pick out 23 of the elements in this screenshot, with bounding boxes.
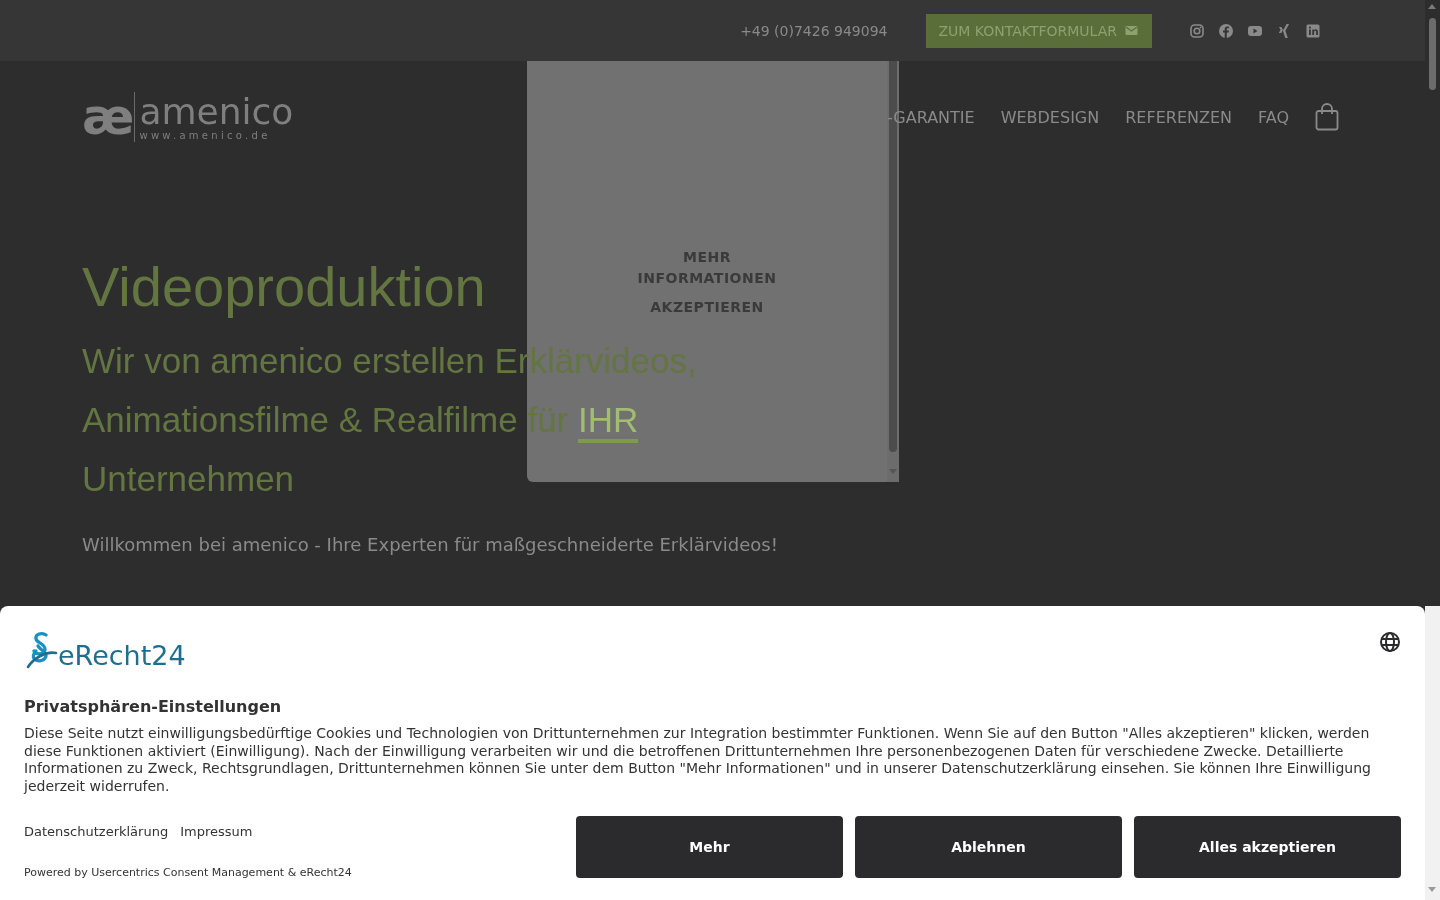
banner-link[interactable]: Datenschutzerklärung: [24, 823, 169, 839]
powered-by-text: Powered by Usercentrics Consent Management & eRecht24: [24, 865, 352, 879]
embed-button[interactable]: AKZEPTIEREN: [627, 297, 787, 318]
banner-text: Diese Seite nutzt einwilligungsbedürftige Cookies und Technologien von Drittunternehmen zur Integration bestimmter Funktionen. Wenn Sie auf den Button "Alles akzeptieren" klicken, werden diese Funktionen aktiviert (Einwilligung). Nach der Einwilligung verarbeiten wir und die betroffenen Drittunternehmen Ihre personenbezogenen Daten für verschiedene Zwecke. Detaillierte Informationen zu Zweck, Rechtsgrundlagen, Drittunternehmen können Sie unter dem Button "Mehr Informationen" und in unserer Datenschutzerklärung einsehen. Sie können Ihre Einwilligung jederzeit widerrufen.: [24, 725, 1372, 796]
shopping-bag-icon[interactable]: [1315, 103, 1339, 131]
consent-button[interactable]: Mehr: [576, 815, 843, 878]
globe-icon[interactable]: [1379, 631, 1401, 653]
instagram-icon[interactable]: [1189, 22, 1205, 39]
facebook-icon[interactable]: [1218, 22, 1234, 39]
nav-link[interactable]: REFERENZEN: [1125, 107, 1232, 127]
consent-button[interactable]: Alles akzeptieren: [1134, 815, 1401, 878]
brand-name: eRecht24: [58, 641, 186, 671]
linkedin-icon[interactable]: [1305, 22, 1321, 39]
phone-link[interactable]: +49 (0)7426 949094: [740, 22, 888, 39]
intro-text: Willkommen bei amenico - Ihre Experten für maßgeschneiderte Erklärvideos!: [82, 534, 779, 555]
nav-link[interactable]: WEBDESIGN: [1000, 107, 1100, 127]
hero-title: Videoproduktion: [82, 254, 486, 320]
mail-icon: [1125, 25, 1138, 36]
consent-button[interactable]: Ablehnen: [855, 815, 1122, 878]
x-shape-icon[interactable]: [1276, 22, 1292, 39]
banner-link[interactable]: Impressum: [180, 823, 253, 839]
nav-link[interactable]: FAQ: [1258, 107, 1289, 127]
banner-title: Privatsphären-Einstellungen: [24, 697, 283, 716]
